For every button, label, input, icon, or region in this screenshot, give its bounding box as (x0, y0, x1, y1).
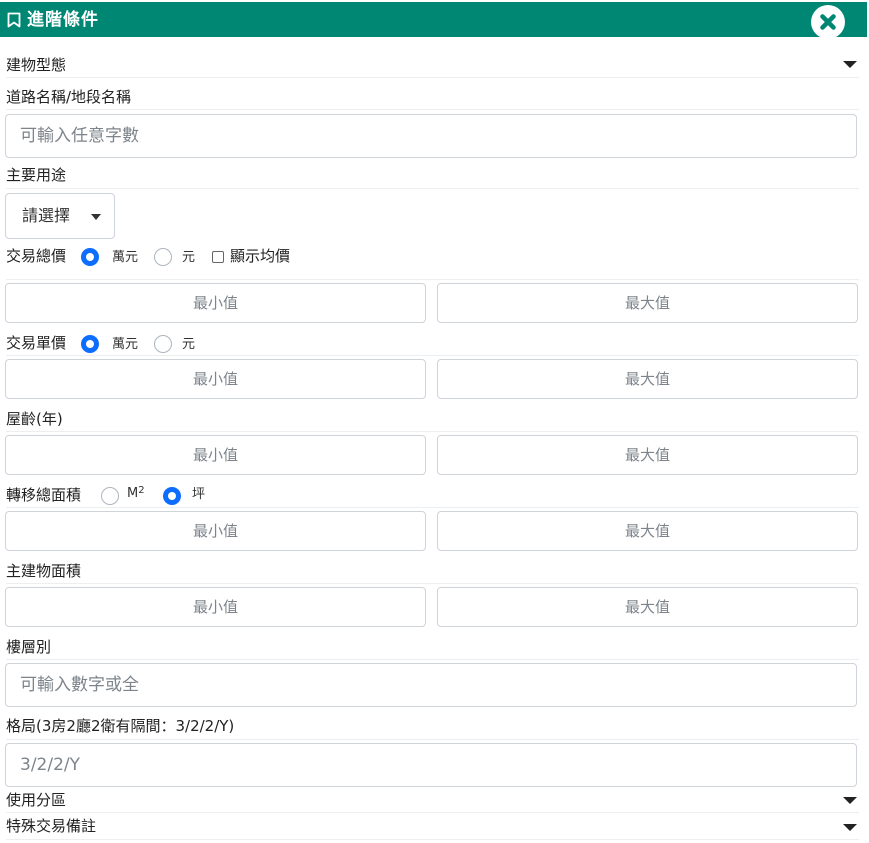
layout-input[interactable] (5, 743, 857, 787)
caret-down-icon (91, 214, 101, 220)
unit-price-min-input[interactable] (5, 359, 426, 399)
main-usage-select-label: 請選擇 (22, 206, 71, 225)
divider (6, 431, 859, 432)
show-average-price-checkbox[interactable] (212, 251, 224, 263)
unit-price-max-input[interactable] (437, 359, 858, 399)
unit-price-unit-yuan-label: 元 (182, 337, 196, 352)
divider (6, 812, 859, 813)
divider (6, 355, 859, 356)
total-price-label: 交易總價 (6, 247, 67, 265)
show-average-price-label: 顯示均價 (230, 247, 291, 265)
layout-label: 格局(3房2廳2衛有隔間：3/2/2/Y) (6, 717, 235, 735)
zoning-label[interactable]: 使用分區 (6, 790, 66, 810)
house-age-label: 屋齡(年) (6, 410, 63, 428)
panel-header: 進階條件 (0, 2, 867, 39)
transfer-area-max-input[interactable] (437, 511, 858, 551)
divider (6, 109, 859, 110)
unit-price-unit-wan-radio[interactable] (81, 335, 99, 353)
main-building-area-max-input[interactable] (437, 587, 858, 627)
close-button[interactable] (811, 5, 845, 39)
unit-price-label: 交易單價 (6, 334, 67, 352)
transfer-area-unit-m2-radio[interactable] (101, 487, 119, 505)
divider (6, 77, 859, 78)
special-transaction-label[interactable]: 特殊交易備註 (6, 816, 96, 836)
total-price-unit-yuan-radio[interactable] (154, 248, 172, 266)
panel-title: 進階條件 (27, 10, 99, 30)
building-type-label[interactable]: 建物型態 (6, 55, 66, 75)
main-building-area-min-input[interactable] (5, 587, 426, 627)
special-transaction-chevron-down-icon[interactable] (843, 824, 857, 831)
divider (6, 507, 859, 508)
divider (6, 279, 859, 280)
road-name-input[interactable] (5, 114, 857, 158)
unit-price-unit-wan-label: 萬元 (112, 337, 139, 352)
floor-label: 樓層別 (6, 638, 52, 656)
main-building-area-label: 主建物面積 (6, 562, 82, 580)
transfer-area-unit-ping-label: 坪 (192, 487, 206, 502)
unit-price-unit-yuan-radio[interactable] (154, 335, 172, 353)
total-price-max-input[interactable] (437, 283, 858, 323)
total-price-unit-yuan-label: 元 (182, 250, 196, 265)
main-usage-select[interactable]: 請選擇 (5, 193, 115, 239)
total-price-min-input[interactable] (5, 283, 426, 323)
transfer-area-label: 轉移總面積 (6, 486, 82, 504)
divider (6, 839, 859, 840)
total-price-unit-wan-label: 萬元 (112, 250, 139, 265)
divider (6, 659, 859, 660)
main-usage-label: 主要用途 (6, 166, 67, 184)
transfer-area-unit-m2-label: M2 (127, 485, 145, 501)
divider (6, 739, 859, 740)
total-price-unit-wan-radio[interactable] (81, 248, 99, 266)
divider (6, 188, 859, 189)
divider (6, 583, 859, 584)
house-age-min-input[interactable] (5, 435, 426, 475)
transfer-area-min-input[interactable] (5, 511, 426, 551)
bookmark-icon (7, 12, 21, 32)
floor-input[interactable] (5, 663, 857, 707)
road-name-label: 道路名稱/地段名稱 (6, 88, 132, 106)
building-type-chevron-down-icon[interactable] (843, 61, 857, 68)
zoning-chevron-down-icon[interactable] (843, 797, 857, 804)
transfer-area-unit-ping-radio[interactable] (163, 487, 181, 505)
house-age-max-input[interactable] (437, 435, 858, 475)
